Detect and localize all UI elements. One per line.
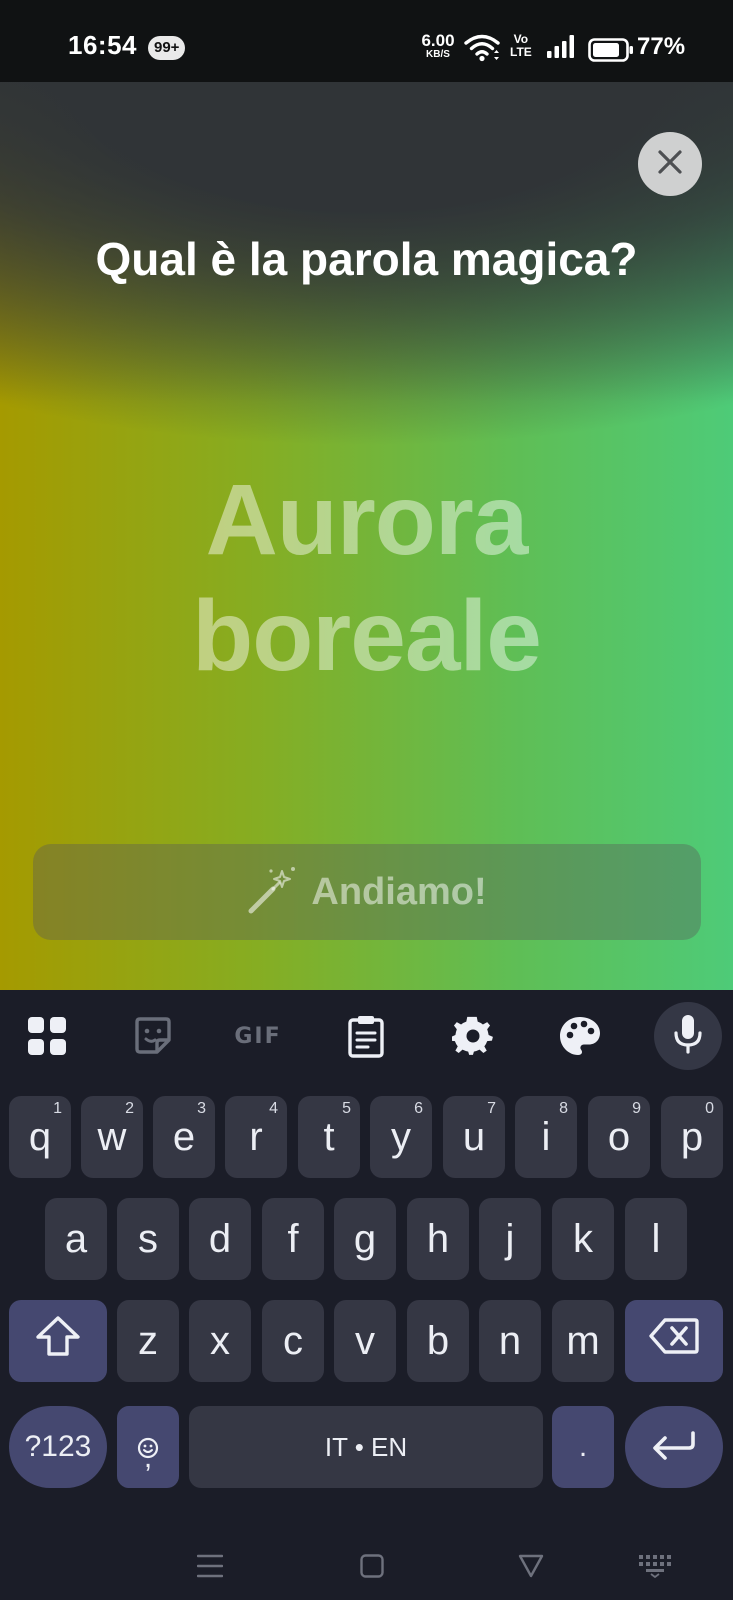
key-number-hint: 4 [269,1100,278,1117]
key-x[interactable]: x [189,1300,251,1382]
gif-button[interactable]: GIF [232,1010,284,1062]
key-v[interactable]: v [334,1300,396,1382]
key-number-hint: 9 [632,1100,641,1117]
magic-word-line-1: Aurora [205,464,529,576]
keyboard-switch-icon[interactable] [638,1554,672,1583]
key-o[interactable]: o9 [588,1096,650,1178]
key-label: q [28,1114,52,1159]
key-g[interactable]: g [334,1198,396,1280]
page-title: Qual è la parola magica? [95,233,638,285]
comma-label: , [143,1441,153,1474]
soft-keyboard: GIF q 1 w 2 e 3 r 4 t 5 y 6 u 7 i 8 o 9 … [0,990,733,1600]
shift-icon [35,1315,81,1367]
magic-word-line-2: boreale [192,580,542,692]
back-triangle-icon[interactable] [518,1554,544,1583]
key-j[interactable]: j [479,1198,541,1280]
notification-count-badge: 99+ [148,36,186,60]
key-k[interactable]: k [552,1198,614,1280]
key-label: p [680,1114,704,1159]
key-p[interactable]: p0 [661,1096,723,1178]
backspace-key[interactable] [625,1300,723,1382]
key-z[interactable]: z [117,1300,179,1382]
key-number-hint: 7 [487,1100,496,1117]
status-bar: 16:54 99+ 6.00 KB/S Vo LTE 77% [0,0,733,82]
menu-lines-icon[interactable] [196,1554,224,1583]
submit-button[interactable]: Andiamo! [33,844,701,940]
key-number-hint: 0 [705,1100,714,1117]
magic-wand-icon [247,865,297,920]
key-m[interactable]: m [552,1300,614,1382]
close-icon [657,149,683,180]
apps-grid-icon[interactable] [21,1010,73,1062]
key-d[interactable]: d [189,1198,251,1280]
keyboard-toolbar: GIF [0,990,733,1082]
battery-icon [588,38,634,67]
key-e[interactable]: e3 [153,1096,215,1178]
network-speed-unit: KB/S [426,49,450,60]
key-label: i [541,1114,551,1159]
cellular-signal-icon [546,35,576,64]
shift-key[interactable] [9,1300,107,1382]
key-h[interactable]: h [407,1198,469,1280]
volte-indicator: Vo LTE [510,33,532,59]
settings-gear-icon[interactable] [447,1010,499,1062]
key-c[interactable]: c [262,1300,324,1382]
key-r[interactable]: r4 [225,1096,287,1178]
period-key[interactable]: . [552,1406,614,1488]
key-label: t [323,1114,335,1159]
key-t[interactable]: t5 [298,1096,360,1178]
magic-word: Aurora boreale [0,462,733,694]
key-label: r [249,1114,263,1159]
key-u[interactable]: u7 [443,1096,505,1178]
microphone-icon [673,1014,703,1059]
key-number-hint: 1 [53,1100,62,1117]
key-a[interactable]: a [45,1198,107,1280]
clipboard-icon[interactable] [340,1010,392,1062]
home-square-icon[interactable] [360,1554,384,1583]
key-number-hint: 8 [559,1100,568,1117]
key-label: y [391,1114,411,1159]
emoji-comma-key[interactable]: , [117,1406,179,1488]
key-n[interactable]: n [479,1300,541,1382]
key-number-hint: 2 [125,1100,134,1117]
volte-bottom-label: LTE [510,45,532,59]
status-time: 16:54 [68,30,137,60]
submit-button-label: Andiamo! [311,870,487,913]
key-q[interactable]: q1 [9,1096,71,1178]
key-y[interactable]: y6 [370,1096,432,1178]
microphone-button[interactable] [654,1002,722,1070]
palette-icon[interactable] [554,1010,606,1062]
key-label: u [462,1114,486,1159]
key-b[interactable]: b [407,1300,469,1382]
battery-percent: 77% [637,33,686,60]
key-label: o [607,1114,631,1159]
key-number-hint: 3 [197,1100,206,1117]
volte-top-label: Vo [513,32,529,46]
space-key[interactable]: IT • EN [189,1406,543,1488]
key-label: e [172,1114,196,1159]
key-label: w [97,1114,127,1159]
key-l[interactable]: l [625,1198,687,1280]
system-navigation-bar [0,1528,733,1600]
wifi-icon [464,34,500,67]
enter-key[interactable] [625,1406,723,1488]
key-number-hint: 6 [414,1100,423,1117]
enter-icon [651,1425,697,1470]
backspace-icon [649,1317,699,1365]
close-button[interactable] [638,132,702,196]
key-number-hint: 5 [342,1100,351,1117]
key-w[interactable]: w2 [81,1096,143,1178]
network-speed: 6.00 KB/S [416,32,460,60]
key-s[interactable]: s [117,1198,179,1280]
key-i[interactable]: i8 [515,1096,577,1178]
symbols-key[interactable]: ?123 [9,1406,107,1488]
network-speed-value: 6.00 [421,31,455,50]
key-f[interactable]: f [262,1198,324,1280]
sticker-icon[interactable] [127,1010,179,1062]
